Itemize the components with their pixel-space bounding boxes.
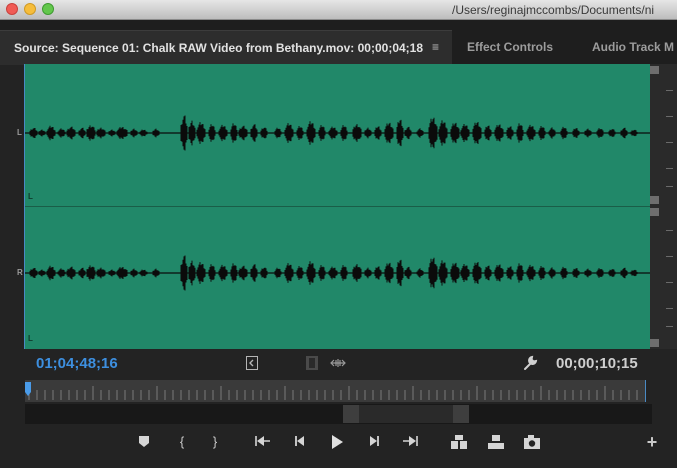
current-timecode[interactable]: 01;04;48;16 [36, 355, 118, 372]
go-to-in-icon [255, 436, 270, 446]
overwrite-button[interactable] [486, 432, 506, 452]
play-icon [332, 435, 343, 449]
step-back-button[interactable] [290, 432, 310, 452]
close-window-button[interactable] [6, 3, 18, 15]
tab-audio-track-label: Audio Track M [592, 40, 675, 54]
meter-tick [666, 90, 673, 91]
window-path: /Users/reginajmccombs/Documents/ni [452, 3, 655, 17]
drag-video-icon[interactable] [246, 356, 258, 373]
tab-effect-controls[interactable]: Effect Controls [452, 30, 580, 64]
channel-divider [25, 206, 650, 207]
export-frame-button[interactable] [522, 432, 542, 452]
playhead-handle[interactable] [25, 382, 31, 398]
zoom-scroll-bar[interactable] [25, 404, 652, 424]
meter-tick [666, 230, 673, 231]
tab-audio-track-mixer[interactable]: Audio Track M [580, 30, 677, 64]
step-forward-icon [370, 436, 379, 446]
step-forward-button[interactable] [364, 432, 384, 452]
ruler-ticks [28, 386, 638, 400]
right-channel-label: R [17, 268, 23, 277]
minimize-window-button[interactable] [24, 3, 36, 15]
meter-tick [666, 326, 673, 327]
meter-block [650, 66, 659, 74]
go-to-out-icon [403, 436, 418, 446]
meter-tick [666, 308, 673, 309]
film-icon[interactable] [306, 356, 318, 373]
button-editor-button[interactable]: + [642, 432, 662, 452]
meter-tick [666, 168, 673, 169]
meter-tick [666, 116, 673, 117]
play-button[interactable] [327, 432, 347, 452]
go-to-in-button[interactable] [253, 432, 273, 452]
left-channel-tag: L [28, 192, 33, 201]
time-ruler[interactable] [25, 380, 645, 402]
insert-icon [451, 435, 467, 449]
panel-tab-bar: Source: Sequence 01: Chalk RAW Video fro… [0, 20, 677, 65]
add-marker-icon [139, 436, 149, 447]
duration-timecode: 00;00;10;15 [556, 355, 638, 372]
audio-drag-icon[interactable] [330, 356, 346, 373]
zoom-window-button[interactable] [42, 3, 54, 15]
timecode-row: 01;04;48;16 00;00;10;15 [0, 349, 677, 379]
mark-out-button[interactable]: } [205, 432, 225, 452]
title-bar: /Users/reginajmccombs/Documents/ni [0, 0, 677, 20]
meter-tick [666, 142, 673, 143]
step-back-icon [295, 436, 304, 446]
go-to-out-button[interactable] [400, 432, 420, 452]
panel-menu-icon[interactable]: ≡ [432, 40, 439, 54]
wrench-icon[interactable] [522, 355, 538, 374]
overwrite-icon [488, 435, 504, 449]
meter-block [650, 196, 659, 204]
transport-controls: { } + [0, 424, 677, 468]
tab-source-monitor[interactable]: Source: Sequence 01: Chalk RAW Video fro… [0, 30, 452, 65]
meter-block [650, 208, 659, 216]
insert-button[interactable] [449, 432, 469, 452]
meter-tick [666, 186, 673, 187]
right-channel-tag: L [28, 334, 33, 343]
meter-block [650, 339, 659, 347]
meter-tick [666, 282, 673, 283]
meter-tick [666, 256, 673, 257]
tab-effect-controls-label: Effect Controls [467, 40, 554, 54]
left-channel-waveform [25, 115, 650, 151]
zoom-scroll-thumb[interactable] [359, 405, 453, 423]
tab-source-label: Source: Sequence 01: Chalk RAW Video fro… [14, 41, 424, 55]
zoom-handle-right[interactable] [453, 405, 469, 423]
source-monitor-window: /Users/reginajmccombs/Documents/ni Sourc… [0, 0, 677, 468]
add-marker-button[interactable] [134, 432, 154, 452]
camera-icon [524, 435, 540, 449]
zoom-handle-left[interactable] [343, 405, 359, 423]
right-channel-waveform [25, 255, 650, 291]
left-channel-label: L [17, 128, 22, 137]
audio-meter-scale [650, 64, 677, 349]
mark-in-button[interactable]: { [172, 432, 192, 452]
ruler-end-marker [645, 380, 646, 402]
